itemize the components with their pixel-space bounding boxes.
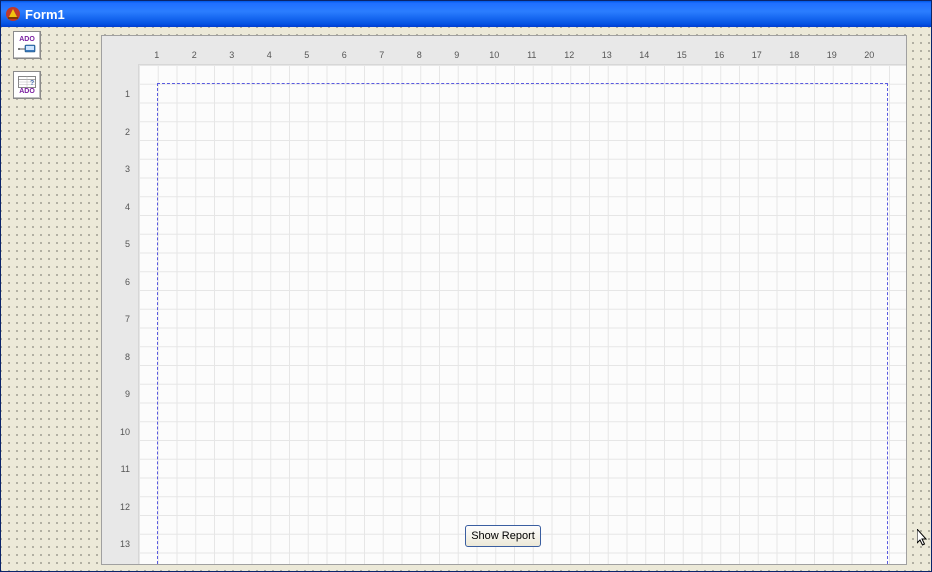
report-preview[interactable]: 1 2 3 4 5 6 7 8 9 10 11 12 13 14 15 16 1: [101, 35, 907, 565]
h-tick: 15: [663, 50, 701, 64]
h-tick: 6: [326, 50, 364, 64]
h-tick: 16: [701, 50, 739, 64]
h-tick: 2: [176, 50, 214, 64]
show-report-button[interactable]: Show Report: [465, 525, 541, 547]
svg-text:?: ?: [30, 80, 34, 87]
v-tick: 5: [102, 226, 138, 264]
ado-query-label: ADO: [19, 88, 35, 95]
window-title: Form1: [25, 7, 65, 22]
h-tick: 11: [513, 50, 551, 64]
horizontal-ruler: 1 2 3 4 5 6 7 8 9 10 11 12 13 14 15 16 1: [138, 36, 906, 64]
ado-connection-component[interactable]: ADO: [13, 31, 41, 59]
v-tick: 10: [102, 414, 138, 452]
h-tick: 8: [401, 50, 439, 64]
h-tick: 14: [626, 50, 664, 64]
report-page[interactable]: [138, 64, 906, 564]
v-tick: 6: [102, 264, 138, 302]
h-tick: 4: [251, 50, 289, 64]
ado-query-icon: ?: [18, 76, 36, 88]
h-tick: 7: [363, 50, 401, 64]
preview-workspace: 1 2 3 4 5 6 7 8 9 10 11 12 13 14 15 16 1: [102, 36, 906, 564]
form-window: Form1 ADO: [0, 0, 932, 572]
v-tick: 4: [102, 189, 138, 227]
h-tick: 10: [476, 50, 514, 64]
page-margin-frame: [157, 83, 888, 564]
h-tick: 19: [813, 50, 851, 64]
form-designer-surface[interactable]: ADO ?: [1, 27, 931, 571]
h-tick: 18: [776, 50, 814, 64]
v-tick: 1: [102, 76, 138, 114]
v-tick: 11: [102, 451, 138, 489]
v-tick: 9: [102, 376, 138, 414]
vertical-ruler: 1 2 3 4 5 6 7 8 9 10 11 12 13: [102, 76, 138, 564]
v-tick: 2: [102, 114, 138, 152]
h-tick: 20: [851, 50, 889, 64]
h-tick: 1: [138, 50, 176, 64]
ado-connection-icon: [18, 43, 36, 55]
v-tick: 8: [102, 339, 138, 377]
v-tick: 7: [102, 301, 138, 339]
h-tick: 3: [213, 50, 251, 64]
v-tick: 13: [102, 526, 138, 564]
v-tick: 12: [102, 489, 138, 527]
h-tick: 5: [288, 50, 326, 64]
app-icon: [5, 6, 21, 22]
v-tick: 3: [102, 151, 138, 189]
h-tick: 9: [438, 50, 476, 64]
h-tick: 13: [588, 50, 626, 64]
cursor-icon: [917, 529, 929, 547]
h-tick: 12: [551, 50, 589, 64]
h-tick: 17: [738, 50, 776, 64]
titlebar[interactable]: Form1: [1, 1, 931, 27]
ado-query-component[interactable]: ? ADO: [13, 71, 41, 99]
ado-connection-label: ADO: [19, 36, 35, 43]
